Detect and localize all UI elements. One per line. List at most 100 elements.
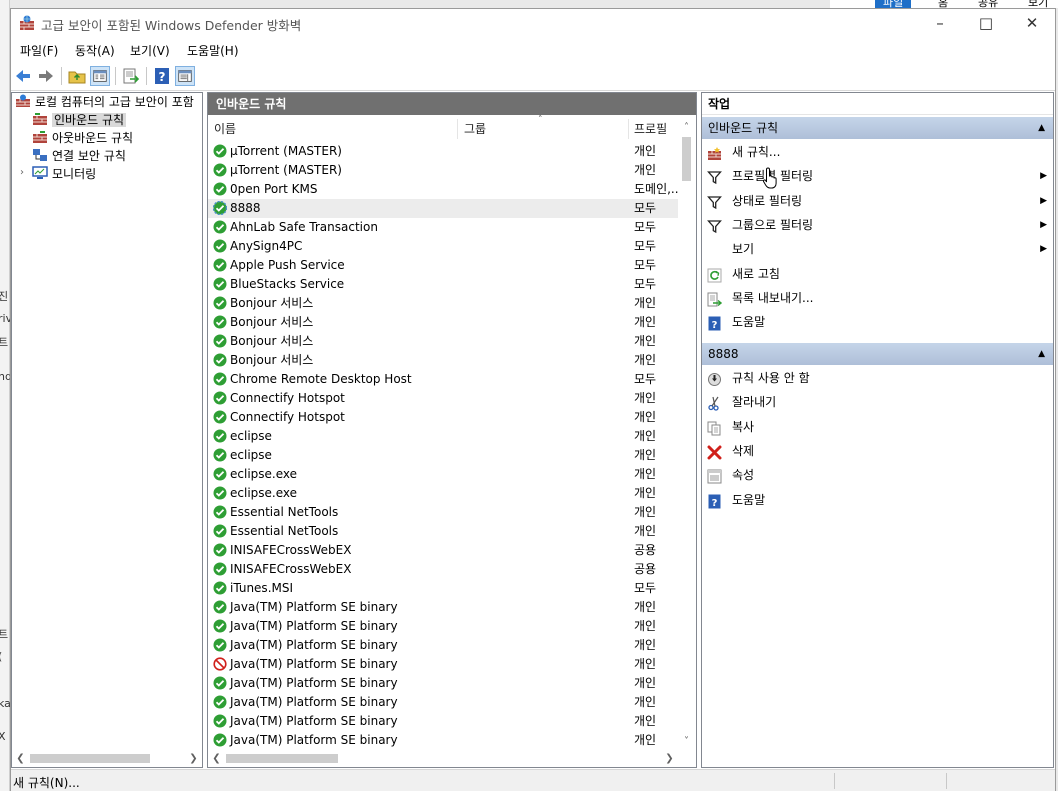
rule-row[interactable]: Bonjour 서비스 개인 — [208, 332, 678, 351]
action-item[interactable]: 새로 고침 — [702, 262, 1053, 286]
tree-item-monitoring[interactable]: 모니터링 — [32, 165, 96, 183]
collapse-up-icon[interactable]: ▲ — [1038, 117, 1045, 139]
rule-row[interactable]: Bonjour 서비스 개인 — [208, 294, 678, 313]
menu-view[interactable]: 보기(V) — [130, 42, 170, 59]
actions-section-inbound-rules[interactable]: 인바운드 규칙 ▲ — [702, 117, 1053, 139]
allow-check-icon — [213, 524, 227, 538]
export-list-icon[interactable] — [121, 66, 141, 86]
forward-arrow-icon[interactable] — [36, 66, 56, 86]
rule-profile: 공용 — [634, 543, 657, 557]
rule-row[interactable]: eclipse 개인 — [208, 427, 678, 446]
rule-row[interactable]: eclipse.exe 개인 — [208, 465, 678, 484]
rule-profile: 모두 — [634, 581, 657, 595]
actions-section-selected-rule[interactable]: 8888 ▲ — [702, 343, 1053, 365]
rule-row[interactable]: Apple Push Service 모두 — [208, 256, 678, 275]
outbound-rules-icon — [33, 131, 47, 143]
rule-row[interactable]: AhnLab Safe Transaction 모두 — [208, 218, 678, 237]
rule-row[interactable]: Java(TM) Platform SE binary 개인 — [208, 617, 678, 636]
rule-row[interactable]: eclipse 개인 — [208, 446, 678, 465]
allow-check-icon — [213, 258, 227, 272]
rule-row[interactable]: Java(TM) Platform SE binary 개인 — [208, 674, 678, 693]
rule-row[interactable]: Chrome Remote Desktop Host 모두 — [208, 370, 678, 389]
tree-item-outbound-rules[interactable]: 아웃바운드 규칙 — [32, 129, 133, 147]
rule-row[interactable]: INISAFECrossWebEX 공용 — [208, 541, 678, 560]
column-separator[interactable] — [457, 119, 458, 139]
action-item[interactable]: ? 도움말 — [702, 310, 1053, 334]
menu-help[interactable]: 도움말(H) — [187, 42, 239, 59]
rule-row[interactable]: Essential NetTools 개인 — [208, 522, 678, 541]
rule-row[interactable]: Bonjour 서비스 개인 — [208, 313, 678, 332]
column-separator[interactable] — [628, 119, 629, 139]
rule-row[interactable]: µTorrent (MASTER) 개인 — [208, 142, 678, 161]
rule-row[interactable]: Java(TM) Platform SE binary 개인 — [208, 655, 678, 674]
column-header-group[interactable]: 그룹 — [464, 119, 628, 139]
tree-expander-monitoring[interactable]: › — [20, 167, 24, 178]
scrollbar-thumb[interactable] — [30, 754, 150, 763]
action-item[interactable]: 복사 — [702, 415, 1053, 439]
rule-row[interactable]: Essential NetTools 개인 — [208, 503, 678, 522]
scroll-left-arrow-icon[interactable]: ❮ — [208, 750, 225, 767]
action-item[interactable]: ? 도움말 — [702, 488, 1053, 512]
rule-row[interactable]: 0pen Port KMS 도메인,... — [208, 180, 678, 199]
rule-row[interactable]: iTunes.MSI 모두 — [208, 579, 678, 598]
rule-row[interactable]: µTorrent (MASTER) 개인 — [208, 161, 678, 180]
action-item[interactable]: 상태로 필터링 ▶ — [702, 189, 1053, 213]
minimize-button[interactable]: – — [917, 9, 963, 39]
action-item[interactable]: 프로필별 필터링 ▶ — [702, 164, 1053, 188]
menu-action[interactable]: 동작(A) — [75, 42, 115, 59]
close-button[interactable]: ✕ — [1009, 9, 1055, 39]
collapse-up-icon[interactable]: ▲ — [1038, 343, 1045, 365]
action-item[interactable]: 규칙 사용 안 함 — [702, 366, 1053, 390]
action-item[interactable]: 삭제 — [702, 439, 1053, 463]
rules-horizontal-scrollbar[interactable]: ❮ ❯ — [208, 750, 678, 767]
scroll-left-arrow-icon[interactable]: ❮ — [12, 750, 29, 767]
rule-row[interactable]: Java(TM) Platform SE binary 개인 — [208, 636, 678, 655]
rule-row[interactable]: Java(TM) Platform SE binary 개인 — [208, 693, 678, 712]
help-icon[interactable]: ? — [152, 66, 172, 86]
rule-row[interactable]: Bonjour 서비스 개인 — [208, 351, 678, 370]
scroll-right-arrow-icon[interactable]: ❯ — [185, 750, 202, 767]
show-hide-tree-icon[interactable] — [90, 66, 110, 86]
allow-check-icon — [213, 372, 227, 386]
allow-check-icon — [213, 543, 227, 557]
rule-row[interactable]: BlueStacks Service 모두 — [208, 275, 678, 294]
scroll-up-arrow-icon[interactable]: ˄ — [678, 119, 695, 136]
rule-row[interactable]: INISAFECrossWebEX 공용 — [208, 560, 678, 579]
scroll-down-arrow-icon[interactable]: ˅ — [678, 733, 695, 750]
tree-root[interactable]: 로컬 컴퓨터의 고급 보안이 포함 — [15, 93, 194, 111]
maximize-button[interactable]: □ — [963, 9, 1009, 39]
scroll-right-arrow-icon[interactable]: ❯ — [661, 750, 678, 767]
back-arrow-icon[interactable] — [13, 66, 33, 86]
column-header-name[interactable]: 이름 — [214, 119, 457, 139]
rules-vertical-scrollbar[interactable]: ˄ ˅ — [678, 119, 695, 750]
action-item[interactable]: 속성 — [702, 463, 1053, 487]
scrollbar-thumb[interactable] — [226, 754, 338, 763]
inbound-rules-icon — [33, 113, 47, 125]
action-item[interactable]: 목록 내보내기... — [702, 286, 1053, 310]
column-header-profile[interactable]: 프로필 — [634, 119, 678, 139]
allow-check-icon — [213, 619, 227, 633]
rule-row[interactable]: 8888 모두 — [208, 199, 678, 218]
rule-row[interactable]: AnySign4PC 모두 — [208, 237, 678, 256]
scrollbar-thumb[interactable] — [682, 137, 691, 181]
rule-row[interactable]: Java(TM) Platform SE binary 개인 — [208, 712, 678, 731]
show-hide-action-pane-icon[interactable] — [175, 66, 195, 86]
rule-name: AhnLab Safe Transaction — [230, 220, 378, 234]
tree-item-inbound-rules[interactable]: 인바운드 규칙 — [32, 111, 127, 129]
rule-row[interactable]: Java(TM) Platform SE binary 개인 — [208, 731, 678, 750]
tree-horizontal-scrollbar[interactable]: ❮ ❯ — [12, 750, 202, 767]
rule-row[interactable]: eclipse.exe 개인 — [208, 484, 678, 503]
title-bar[interactable]: 고급 보안이 포함된 Windows Defender 방화벽 – □ ✕ — [11, 9, 1055, 39]
action-item[interactable]: 보기 ▶ — [702, 237, 1053, 261]
action-item[interactable]: 새 규칙... — [702, 140, 1053, 164]
action-item[interactable]: 잘라내기 — [702, 390, 1053, 414]
tree-item-connection-security-rules[interactable]: 연결 보안 규칙 — [32, 147, 126, 165]
action-item[interactable]: 그룹으로 필터링 ▶ — [702, 213, 1053, 237]
menu-file[interactable]: 파일(F) — [20, 42, 58, 59]
rule-profile: 공용 — [634, 562, 657, 576]
rule-row[interactable]: Connectify Hotspot 개인 — [208, 389, 678, 408]
rule-row[interactable]: Connectify Hotspot 개인 — [208, 408, 678, 427]
rule-row[interactable]: Java(TM) Platform SE binary 개인 — [208, 598, 678, 617]
rule-name: µTorrent (MASTER) — [230, 144, 342, 158]
up-folder-icon[interactable] — [67, 66, 87, 86]
